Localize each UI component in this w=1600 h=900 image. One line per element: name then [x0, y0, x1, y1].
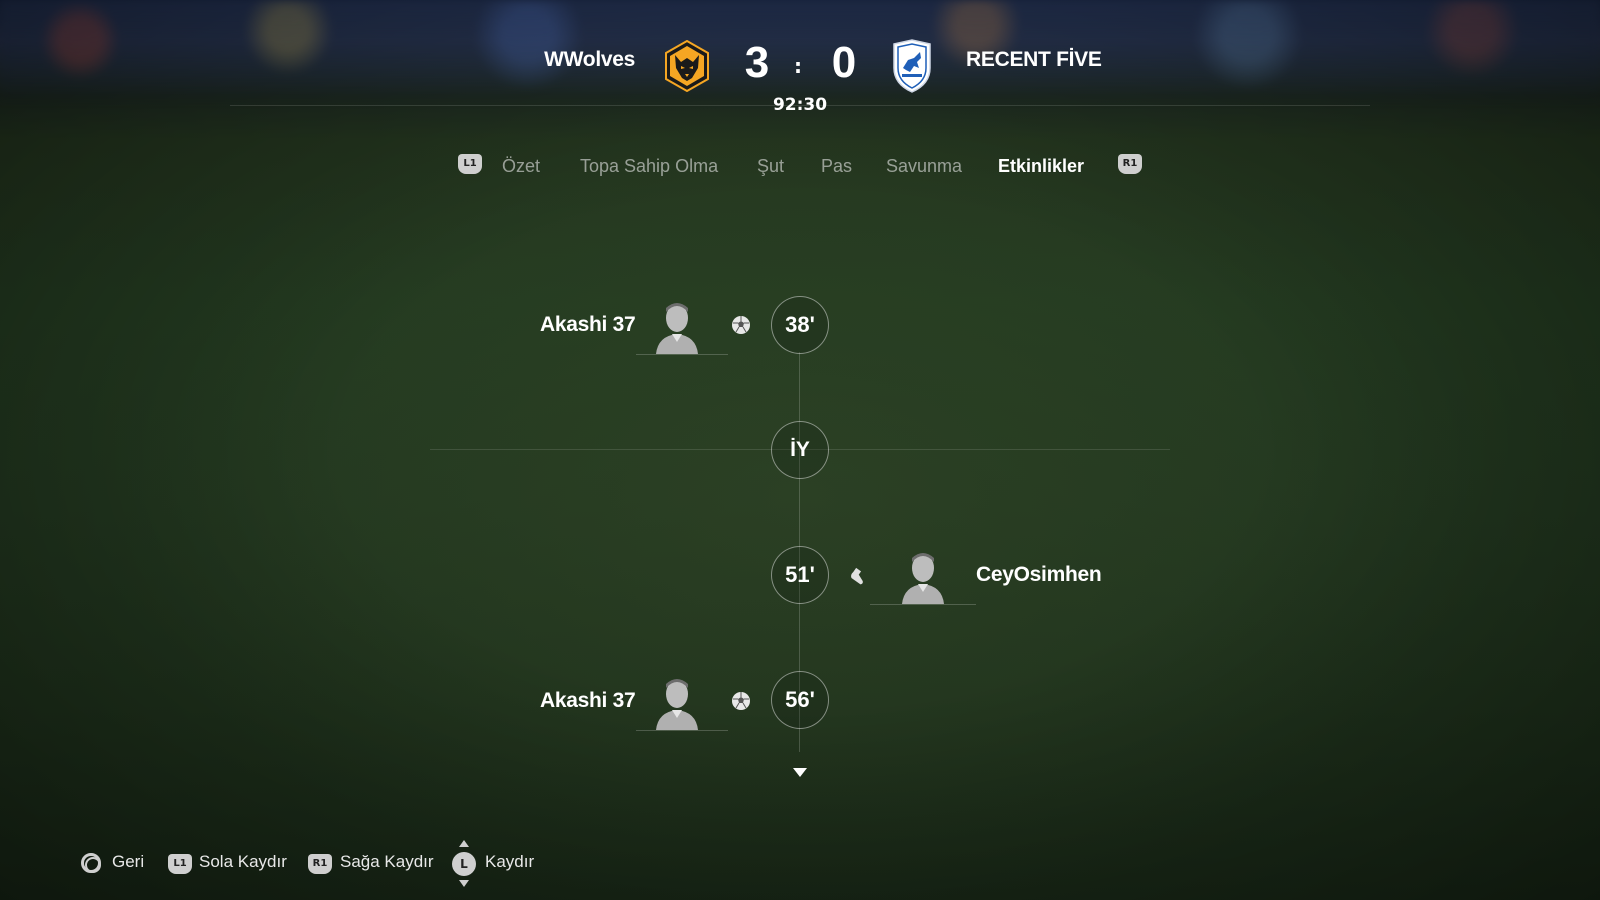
event-player-name: CeyOsimhen [976, 563, 1102, 586]
scroll-label[interactable]: Kaydır [485, 852, 534, 872]
player-avatar-icon [656, 303, 698, 354]
away-team-name: RECENT FİVE [966, 48, 1102, 71]
event-minute-circle[interactable]: 56' [771, 671, 829, 729]
assist-boot-icon [851, 567, 863, 585]
tab-prev-button[interactable]: L1 [458, 154, 482, 174]
tab-savunma[interactable]: Savunma [886, 156, 962, 177]
scroll-right-label[interactable]: Sağa Kaydır [340, 852, 434, 872]
avatar-underline [636, 354, 728, 355]
goal-soccer-ball-icon [732, 692, 750, 710]
shield-crest-icon [893, 39, 931, 93]
player-avatar-icon [902, 553, 944, 604]
stick-up-arrow-icon [459, 840, 469, 847]
scroll-left-label[interactable]: Sola Kaydır [199, 852, 287, 872]
scroll-down-arrow-icon[interactable] [793, 768, 807, 777]
home-score: 3 [744, 38, 770, 87]
tab-ozet[interactable]: Özet [502, 156, 540, 177]
event-minute-circle[interactable]: 51' [771, 546, 829, 604]
r1-button-icon[interactable]: R1 [308, 854, 332, 874]
half-time-marker: İY [771, 421, 829, 479]
circle-button-icon[interactable] [81, 853, 101, 873]
event-minute-circle[interactable]: 38' [771, 296, 829, 354]
left-stick-icon[interactable]: L [452, 852, 476, 876]
tab-next-button[interactable]: R1 [1118, 154, 1142, 174]
tab-pas[interactable]: Pas [821, 156, 852, 177]
wolf-crest-icon [665, 40, 709, 92]
event-player-name: Akashi 37 [540, 689, 636, 712]
avatar-underline [870, 604, 976, 605]
back-label[interactable]: Geri [112, 852, 144, 872]
avatar-underline [636, 730, 728, 731]
player-avatar-icon [656, 679, 698, 730]
stick-down-arrow-icon [459, 880, 469, 887]
event-player-name: Akashi 37 [540, 313, 636, 336]
tab-etkinlikler[interactable]: Etkinlikler [998, 156, 1084, 177]
tab-sut[interactable]: Şut [757, 156, 784, 177]
away-score: 0 [831, 38, 857, 87]
tab-topa-sahip-olma[interactable]: Topa Sahip Olma [580, 156, 718, 177]
home-team-name: WWolves [544, 48, 635, 71]
goal-soccer-ball-icon [732, 316, 750, 334]
match-clock: 92:30 [772, 95, 828, 115]
score-separator: : [794, 54, 802, 78]
scoreboard: WWolves 3 : 0 RECENT FİVE 92:30 [0, 0, 1600, 120]
l1-button-icon[interactable]: L1 [168, 854, 192, 874]
